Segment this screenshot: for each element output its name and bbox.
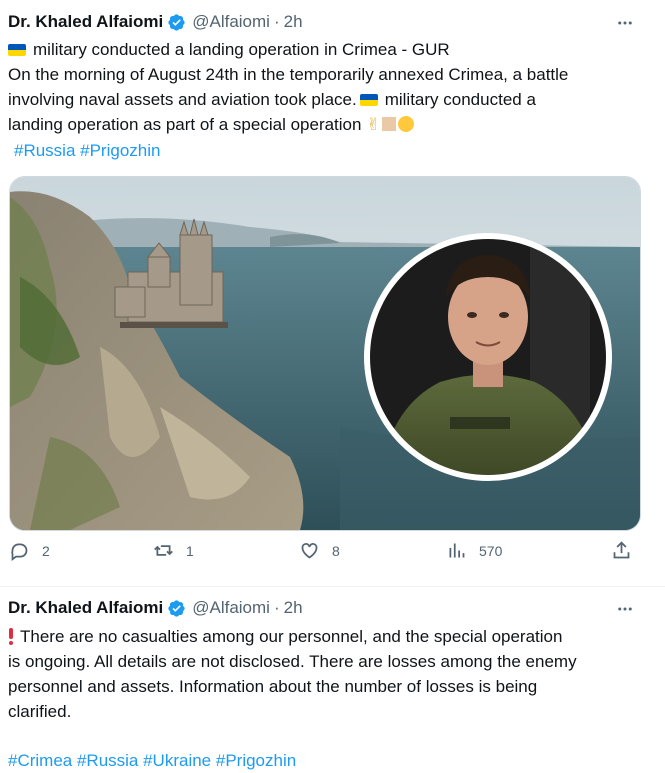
author-handle[interactable]: @Alfaiomi (192, 598, 270, 618)
repost-arrows-icon (154, 545, 173, 556)
author-handle[interactable]: @Alfaiomi (192, 12, 270, 32)
ukraine-flag-icon (8, 44, 26, 56)
share-upload-icon (613, 541, 630, 559)
tweet-header: Dr. Khaled Alfaiomi @Alfaiomi · 2h (8, 12, 303, 32)
hashtags[interactable]: #Crimea #Russia #Ukraine #Prigozhin (8, 748, 648, 773)
author-name[interactable]: Dr. Khaled Alfaiomi (8, 12, 163, 32)
text-line-4: clarified. (8, 702, 72, 721)
share-button[interactable] (611, 540, 644, 561)
separator-dot: · (273, 12, 280, 31)
like-button[interactable]: 8 (299, 540, 340, 561)
tweet-image[interactable] (9, 176, 641, 531)
victory-hand-emoji: ✌ (366, 115, 381, 135)
text-line-1: There are no casualties among our person… (8, 624, 648, 649)
more-dots-icon[interactable] (615, 599, 635, 619)
reply-count: 2 (42, 542, 50, 559)
views-button[interactable]: 570 (446, 540, 502, 561)
verified-badge-icon (168, 13, 185, 31)
ukraine-flag-icon (359, 94, 378, 106)
text-line-1: military conducted a landing operation i… (8, 37, 648, 62)
hashtags[interactable]: #Russia #Prigozhin (8, 138, 648, 163)
grinning-face-emoji (398, 116, 415, 132)
text-line-2: is ongoing. All details are not disclose… (8, 652, 577, 671)
text-line-4: landing operation as part of a special o… (8, 112, 648, 138)
tweet-text: There are no casualties among our person… (8, 624, 648, 773)
tweet-actions: 2 1 8 570 (0, 540, 665, 576)
tweet-divider (0, 586, 665, 587)
like-count: 8 (332, 542, 340, 559)
more-dots-icon[interactable] (615, 13, 635, 33)
text-line-2: On the morning of August 24th in the tem… (8, 65, 569, 84)
heart-icon (301, 543, 318, 559)
skin-tone-emoji (382, 117, 397, 131)
timestamp[interactable]: 2h (284, 12, 303, 32)
tweet-text: military conducted a landing operation i… (8, 37, 648, 163)
repost-count: 1 (186, 542, 194, 559)
view-count: 570 (479, 542, 503, 559)
verified-badge-icon (168, 599, 185, 617)
reply-bubble-icon (11, 543, 28, 561)
author-name[interactable]: Dr. Khaled Alfaiomi (8, 598, 163, 618)
bar-chart-icon (449, 543, 465, 558)
exclamation-icon (8, 628, 14, 645)
separator-dot: · (273, 598, 280, 617)
text-line-3: personnel and assets. Information about … (8, 677, 538, 696)
castle-sea-photo (10, 177, 640, 530)
tweet-header: Dr. Khaled Alfaiomi @Alfaiomi · 2h (8, 598, 303, 618)
timestamp[interactable]: 2h (284, 598, 303, 618)
reply-button[interactable]: 2 (9, 540, 50, 561)
repost-button[interactable]: 1 (153, 540, 194, 561)
text-line-3: involving naval assets and aviation took… (8, 90, 536, 109)
